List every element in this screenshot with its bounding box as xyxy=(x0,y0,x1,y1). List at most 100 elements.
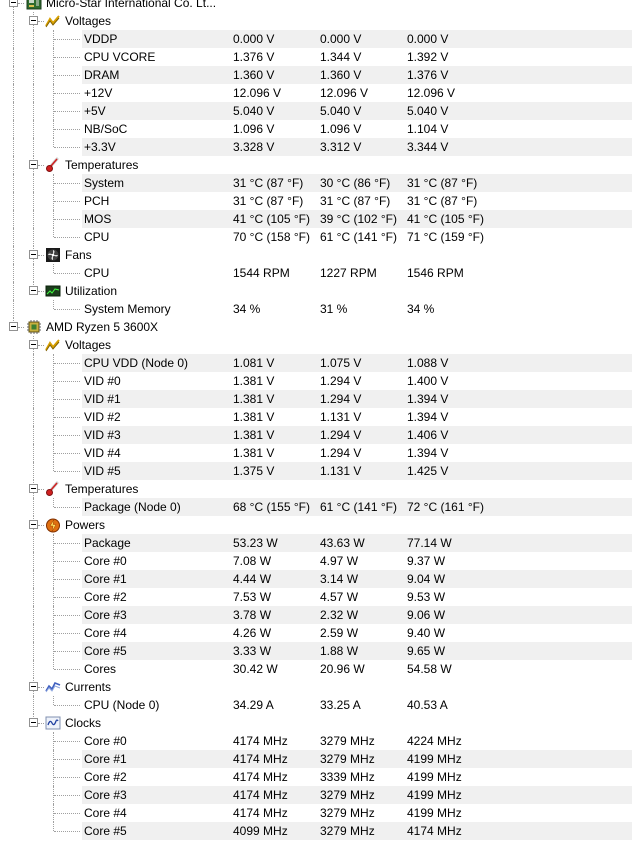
tree-connector xyxy=(13,120,14,138)
tree-connector xyxy=(33,228,34,246)
group-row-msi-temperatures[interactable]: Temperatures xyxy=(0,156,632,174)
sensor-row[interactable]: Core #5 4099 MHz 3279 MHz 4174 MHz xyxy=(0,822,632,840)
current-value: 30.42 W xyxy=(233,662,278,676)
group-expander[interactable] xyxy=(29,520,38,529)
sensor-row[interactable]: CPU (Node 0) 34.29 A 33.25 A 40.53 A xyxy=(0,696,632,714)
sensor-label: Core #1 xyxy=(84,572,127,586)
tree-connector xyxy=(18,327,24,328)
maximum-value: 1.392 V xyxy=(407,50,449,64)
group-expander[interactable] xyxy=(29,682,38,691)
group-expander[interactable] xyxy=(29,286,38,295)
current-value: 1.081 V xyxy=(233,356,275,370)
tree-connector xyxy=(33,660,34,678)
tree-connector xyxy=(13,282,14,300)
device-expander[interactable] xyxy=(9,322,18,331)
group-row-cpu-temperatures[interactable]: Temperatures xyxy=(0,480,632,498)
sensor-row[interactable]: VID #2 1.381 V 1.131 V 1.394 V xyxy=(0,408,632,426)
minimum-value: 2.59 W xyxy=(320,626,359,640)
sensor-row[interactable]: Core #2 7.53 W 4.57 W 9.53 W xyxy=(0,588,632,606)
sensor-row[interactable]: VID #3 1.381 V 1.294 V 1.406 V xyxy=(0,426,632,444)
group-expander[interactable] xyxy=(29,250,38,259)
group-row-cpu-voltages[interactable]: Voltages xyxy=(0,336,632,354)
sensor-row[interactable]: VID #4 1.381 V 1.294 V 1.394 V xyxy=(0,444,632,462)
minimum-value: 1.131 V xyxy=(320,410,362,424)
device-row-cpu[interactable]: AMD Ryzen 5 3600X xyxy=(0,318,632,336)
sensor-label: Core #2 xyxy=(84,590,127,604)
device-row-msi[interactable]: Micro-Star International Co. Lt... xyxy=(0,0,632,12)
thermometer-icon xyxy=(45,481,61,497)
sensor-row[interactable]: Core #4 4.26 W 2.59 W 9.40 W xyxy=(0,624,632,642)
sensor-row[interactable]: Core #5 3.33 W 1.88 W 9.65 W xyxy=(0,642,632,660)
sensor-row[interactable]: +12V 12.096 V 12.096 V 12.096 V xyxy=(0,84,632,102)
group-expander[interactable] xyxy=(29,160,38,169)
group-row-cpu-currents[interactable]: Currents xyxy=(0,678,632,696)
sensor-row[interactable]: Core #1 4.44 W 3.14 W 9.04 W xyxy=(0,570,632,588)
tree-connector xyxy=(33,84,34,102)
sensor-row[interactable]: CPU 1544 RPM 1227 RPM 1546 RPM xyxy=(0,264,632,282)
sensor-row[interactable]: CPU VDD (Node 0) 1.081 V 1.075 V 1.088 V xyxy=(0,354,632,372)
tree-connector xyxy=(33,552,34,570)
maximum-value: 9.65 W xyxy=(407,644,446,658)
sensor-row[interactable]: MOS 41 °C (105 °F) 39 °C (102 °F) 41 °C (10… xyxy=(0,210,632,228)
tree-connector xyxy=(54,813,80,814)
sensor-row[interactable]: VID #1 1.381 V 1.294 V 1.394 V xyxy=(0,390,632,408)
tree-connector xyxy=(33,534,34,552)
current-value: 3.33 W xyxy=(233,644,272,658)
group-expander[interactable] xyxy=(29,340,38,349)
sensor-row[interactable]: CPU VCORE 1.376 V 1.344 V 1.392 V xyxy=(0,48,632,66)
sensor-row[interactable]: VID #0 1.381 V 1.294 V 1.400 V xyxy=(0,372,632,390)
group-row-msi-utilization[interactable]: Utilization xyxy=(0,282,632,300)
group-row-cpu-clocks[interactable]: Clocks xyxy=(0,714,632,732)
sensor-row[interactable]: Core #3 3.78 W 2.32 W 9.06 W xyxy=(0,606,632,624)
power-icon xyxy=(45,517,61,533)
sensor-row[interactable]: Core #2 4174 MHz 3339 MHz 4199 MHz xyxy=(0,768,632,786)
sensor-row[interactable]: Core #1 4174 MHz 3279 MHz 4199 MHz xyxy=(0,750,632,768)
device-name: Micro-Star International Co. Lt... xyxy=(46,0,217,10)
group-row-msi-fans[interactable]: Fans xyxy=(0,246,632,264)
sensor-row[interactable]: DRAM 1.360 V 1.360 V 1.376 V xyxy=(0,66,632,84)
tree-connector xyxy=(53,462,54,471)
sensor-label: Core #4 xyxy=(84,626,127,640)
tree-connector xyxy=(38,255,44,256)
sensor-row[interactable]: VID #5 1.375 V 1.131 V 1.425 V xyxy=(0,462,632,480)
sensor-row[interactable]: NB/SoC 1.096 V 1.096 V 1.104 V xyxy=(0,120,632,138)
group-row-msi-voltages[interactable]: Voltages xyxy=(0,12,632,30)
sensor-row[interactable]: System 31 °C (87 °F) 30 °C (86 °F) 31 °C (8… xyxy=(0,174,632,192)
sensor-row[interactable]: Core #0 4174 MHz 3279 MHz 4224 MHz xyxy=(0,732,632,750)
tree-connector xyxy=(54,831,80,832)
minimum-value: 3279 MHz xyxy=(320,806,375,820)
tree-connector xyxy=(13,138,14,156)
minimum-value: 1.131 V xyxy=(320,464,362,478)
group-expander[interactable] xyxy=(29,484,38,493)
minimum-value: 3279 MHz xyxy=(320,752,375,766)
sensor-row[interactable]: Cores 30.42 W 20.96 W 54.58 W xyxy=(0,660,632,678)
device-expander[interactable] xyxy=(9,0,18,7)
sensor-row[interactable]: Core #0 7.08 W 4.97 W 9.37 W xyxy=(0,552,632,570)
current-value: 31 °C (87 °F) xyxy=(233,176,304,190)
sensor-row[interactable]: Core #3 4174 MHz 3279 MHz 4199 MHz xyxy=(0,786,632,804)
minimum-value: 1.344 V xyxy=(320,50,362,64)
sensor-row[interactable]: Package (Node 0) 68 °C (155 °F) 61 °C (141… xyxy=(0,498,632,516)
sensor-row[interactable]: PCH 31 °C (87 °F) 31 °C (87 °F) 31 °C (87 °… xyxy=(0,192,632,210)
minimum-value: 3.312 V xyxy=(320,140,362,154)
tree-connector xyxy=(54,597,80,598)
tree-connector xyxy=(54,507,80,508)
tree-connector xyxy=(33,138,34,156)
tree-connector xyxy=(54,273,80,274)
tree-connector xyxy=(54,795,80,796)
sensor-row[interactable]: System Memory 34 % 31 % 34 % xyxy=(0,300,632,318)
group-expander[interactable] xyxy=(29,718,38,727)
sensor-tree: Micro-Star International Co. Lt... Voltag… xyxy=(0,0,632,840)
maximum-value: 12.096 V xyxy=(407,86,456,100)
current-value: 41 °C (105 °F) xyxy=(233,212,310,226)
sensor-row[interactable]: CPU 70 °C (158 °F) 61 °C (141 °F) 71 °C (15… xyxy=(0,228,632,246)
sensor-row[interactable]: VDDP 0.000 V 0.000 V 0.000 V xyxy=(0,30,632,48)
sensor-label: +5V xyxy=(84,104,106,118)
group-expander[interactable] xyxy=(29,16,38,25)
group-row-cpu-powers[interactable]: Powers xyxy=(0,516,632,534)
sensor-row[interactable]: +3.3V 3.328 V 3.312 V 3.344 V xyxy=(0,138,632,156)
sensor-row[interactable]: Core #4 4174 MHz 3279 MHz 4199 MHz xyxy=(0,804,632,822)
sensor-label: Core #3 xyxy=(84,608,127,622)
sensor-row[interactable]: +5V 5.040 V 5.040 V 5.040 V xyxy=(0,102,632,120)
sensor-row[interactable]: Package 53.23 W 43.63 W 77.14 W xyxy=(0,534,632,552)
